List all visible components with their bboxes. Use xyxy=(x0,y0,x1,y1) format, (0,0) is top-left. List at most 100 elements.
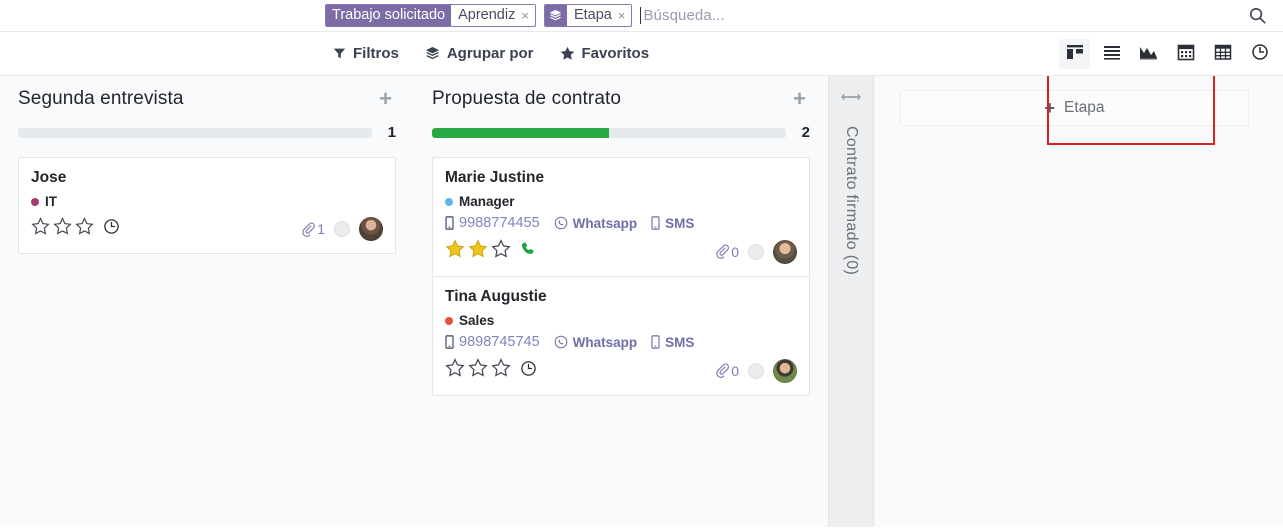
groupby-label: Agrupar por xyxy=(446,45,534,62)
kanban-column-segunda-entrevista: Segunda entrevista + 1 Jose IT 1 xyxy=(0,76,414,527)
card-contact-row: 9898745745 Whatsapp SMS xyxy=(445,334,797,350)
star-icon xyxy=(560,46,575,61)
mobile-icon xyxy=(445,216,454,230)
activity-view-button[interactable] xyxy=(1244,39,1275,69)
folded-column-contrato-firmado[interactable]: Contrato firmado (0) xyxy=(828,76,874,527)
tag-color-dot xyxy=(445,316,453,325)
add-column-zone: + Etapa xyxy=(874,76,1283,527)
whatsapp-icon xyxy=(554,216,567,230)
plus-icon[interactable]: + xyxy=(375,88,396,110)
facet-remove-icon[interactable]: × xyxy=(519,5,535,26)
kanban-card[interactable]: Jose IT 1 xyxy=(18,157,396,254)
groupby-button[interactable]: Agrupar por xyxy=(425,45,534,62)
column-progress-bar[interactable] xyxy=(18,127,372,138)
phone-link[interactable]: 9988774455 xyxy=(445,215,540,231)
star-icon[interactable] xyxy=(53,217,72,241)
avatar[interactable] xyxy=(773,358,797,383)
star-icon[interactable] xyxy=(491,358,511,383)
kanban-color-dot[interactable] xyxy=(334,221,350,237)
clock-icon[interactable] xyxy=(103,218,120,240)
card-footer: 0 xyxy=(445,239,797,264)
folded-column-title: Contrato firmado (0) xyxy=(843,126,860,276)
column-header: Segunda entrevista + xyxy=(18,88,396,110)
star-icon[interactable] xyxy=(491,239,511,264)
funnel-icon xyxy=(333,47,346,60)
control-panel-toolbar: Filtros Agrupar por Favoritos xyxy=(0,32,1283,76)
add-stage-label: Etapa xyxy=(1064,99,1105,116)
attachment-count[interactable]: 1 xyxy=(301,221,325,237)
mobile-icon xyxy=(651,335,660,349)
facet-etapa[interactable]: Etapa × xyxy=(543,4,633,27)
priority-stars xyxy=(445,239,536,264)
filters-button[interactable]: Filtros xyxy=(333,45,399,62)
whatsapp-label: Whatsapp xyxy=(572,334,638,350)
card-tag-label: IT xyxy=(45,194,57,209)
star-icon[interactable] xyxy=(75,217,94,241)
phone-number: 9898745745 xyxy=(459,334,540,350)
plus-icon[interactable]: + xyxy=(789,88,810,110)
facet-trabajo-solicitado[interactable]: Trabajo solicitado Aprendiz × xyxy=(325,4,536,27)
whatsapp-link[interactable]: Whatsapp xyxy=(554,334,638,350)
favorites-label: Favoritos xyxy=(581,45,650,62)
card-footer: 0 xyxy=(445,358,797,383)
star-icon[interactable] xyxy=(468,358,488,383)
card-tag: Manager xyxy=(445,194,797,209)
phone-link[interactable]: 9898745745 xyxy=(445,334,540,350)
priority-stars xyxy=(31,217,120,241)
star-icon[interactable] xyxy=(31,217,50,241)
text-caret xyxy=(640,7,642,24)
column-title: Propuesta de contrato xyxy=(432,88,622,109)
list-view-button[interactable] xyxy=(1096,39,1127,69)
facet-value: Aprendiz xyxy=(458,7,516,23)
card-tag: Sales xyxy=(445,313,797,328)
phone-handset-icon[interactable] xyxy=(520,241,536,262)
whatsapp-link[interactable]: Whatsapp xyxy=(554,215,638,231)
avatar[interactable] xyxy=(773,239,797,264)
star-icon[interactable] xyxy=(468,239,488,264)
kanban-view-button[interactable] xyxy=(1059,39,1090,69)
kanban-color-dot[interactable] xyxy=(748,243,764,260)
kanban-column-propuesta-de-contrato: Propuesta de contrato + 2 Marie Justine … xyxy=(414,76,828,527)
sms-link[interactable]: SMS xyxy=(651,335,694,350)
graph-view-button[interactable] xyxy=(1133,39,1164,69)
phone-number: 9988774455 xyxy=(459,215,540,231)
search-icon[interactable] xyxy=(1248,6,1273,25)
card-tag-label: Manager xyxy=(459,194,515,209)
tag-color-dot xyxy=(31,197,39,206)
card-title: Jose xyxy=(31,169,67,186)
avatar[interactable] xyxy=(359,217,383,241)
mobile-icon xyxy=(651,216,660,230)
kanban-color-dot[interactable] xyxy=(748,362,764,379)
card-tag: IT xyxy=(31,194,383,209)
kanban-card[interactable]: Tina Augustie Sales 9898745745 Whatsapp … xyxy=(432,277,810,396)
card-tag-label: Sales xyxy=(459,313,495,328)
clock-icon[interactable] xyxy=(520,360,537,382)
facet-remove-icon[interactable]: × xyxy=(616,5,632,26)
kanban-card[interactable]: Marie Justine Manager 9988774455 Whatsap… xyxy=(432,157,810,277)
attachment-count[interactable]: 0 xyxy=(715,363,739,379)
favorites-button[interactable]: Favoritos xyxy=(560,45,650,62)
star-icon[interactable] xyxy=(445,239,465,264)
search-input[interactable]: Búsqueda... xyxy=(640,4,725,27)
pivot-view-button[interactable] xyxy=(1207,39,1238,69)
clock-icon xyxy=(1251,43,1269,66)
expand-horizontal-icon[interactable] xyxy=(840,90,862,108)
sms-link[interactable]: SMS xyxy=(651,216,694,231)
sms-label: SMS xyxy=(665,215,695,231)
whatsapp-label: Whatsapp xyxy=(572,215,638,231)
calendar-view-button[interactable] xyxy=(1170,39,1201,69)
card-contact-row: 9988774455 Whatsapp SMS xyxy=(445,215,797,231)
facet-value: Etapa xyxy=(573,7,612,23)
odoo-recruitment-kanban: Trabajo solicitado Aprendiz × Etapa × Bú… xyxy=(0,0,1283,528)
tag-color-dot xyxy=(445,197,453,206)
column-record-count: 2 xyxy=(801,124,810,141)
attachment-count[interactable]: 0 xyxy=(715,244,739,260)
column-title: Segunda entrevista xyxy=(18,88,184,109)
layers-icon xyxy=(425,46,440,61)
filters-label: Filtros xyxy=(353,45,399,62)
star-icon[interactable] xyxy=(445,358,465,383)
add-stage-button[interactable]: + Etapa xyxy=(900,90,1249,126)
column-progress-bar[interactable] xyxy=(432,127,786,138)
column-header: Propuesta de contrato + xyxy=(432,88,810,110)
attachment-count-label: 0 xyxy=(731,243,739,260)
